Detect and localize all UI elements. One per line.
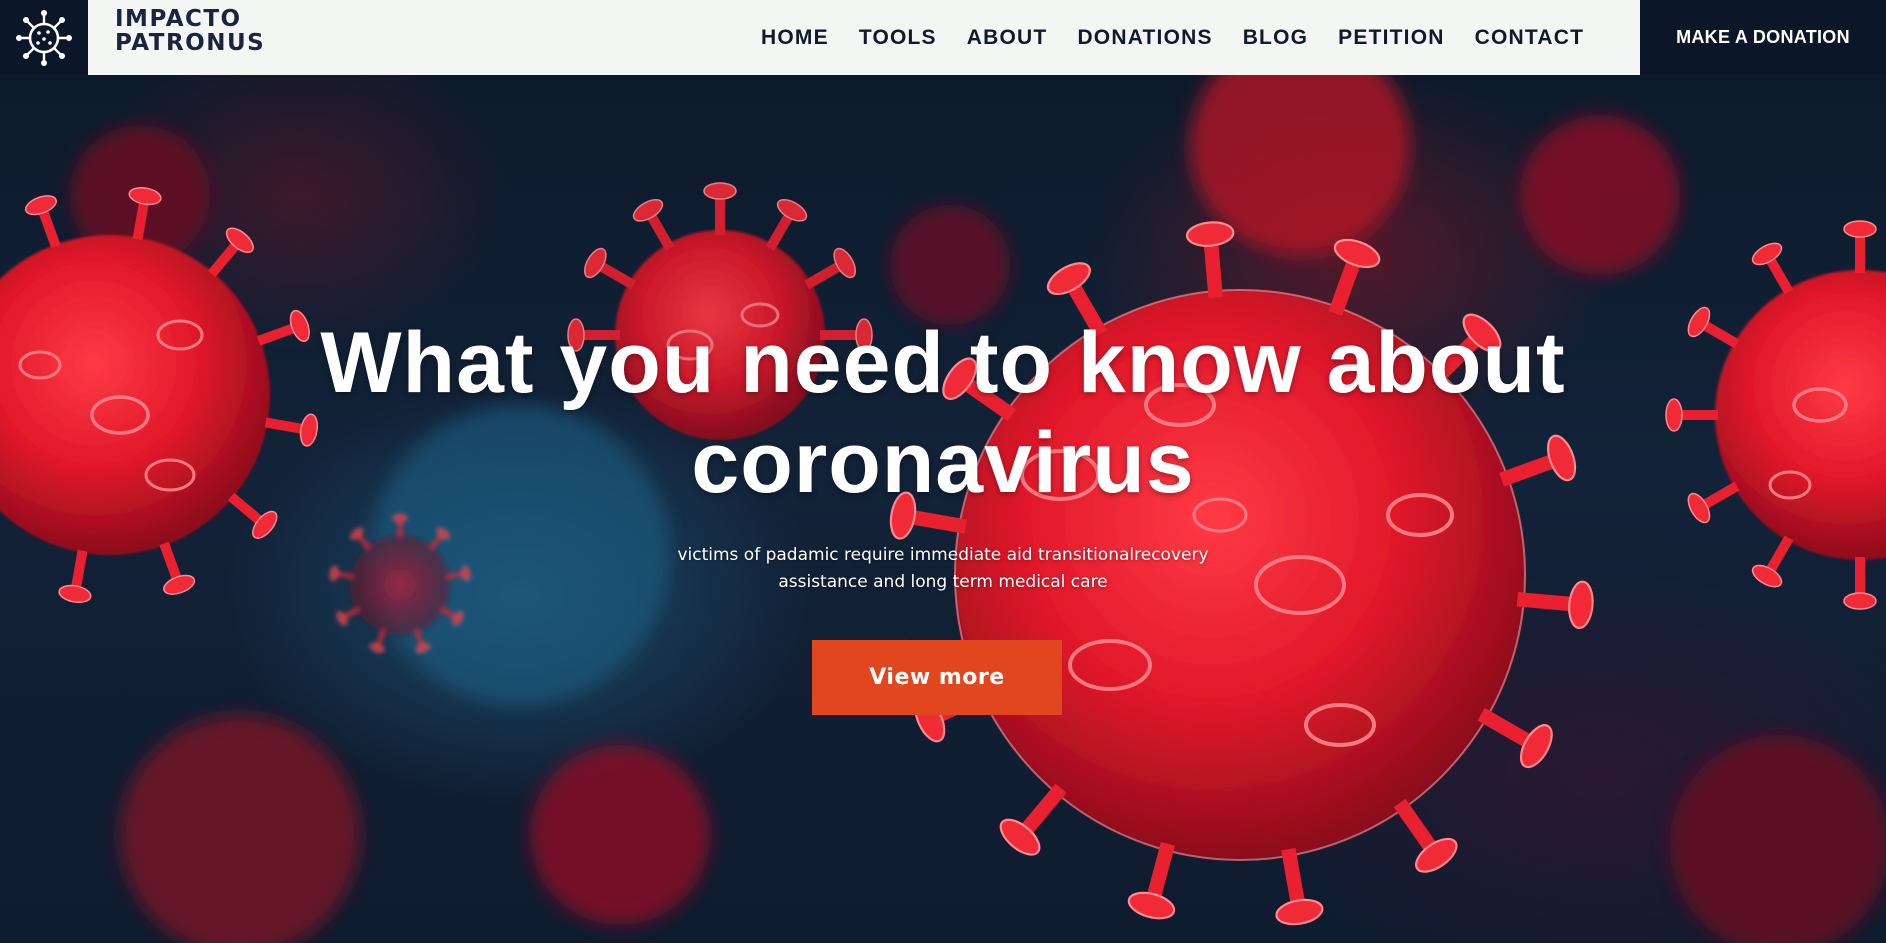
brand-name[interactable]: IMPACTO PATRONUS: [115, 7, 265, 55]
nav-home[interactable]: HOME: [761, 26, 829, 50]
main-nav: HOME TOOLS ABOUT DONATIONS BLOG PETITION…: [761, 0, 1614, 75]
view-more-button[interactable]: View more: [812, 640, 1062, 715]
brand-line-2: PATRONUS: [115, 30, 266, 56]
nav-about[interactable]: ABOUT: [967, 26, 1048, 50]
logo-box[interactable]: [0, 0, 88, 75]
nav-blog[interactable]: BLOG: [1243, 26, 1308, 50]
virus-icon: [16, 9, 72, 66]
hero-section: What you need to know about coronavirus …: [0, 75, 1886, 943]
hero-subtitle: victims of padamic require immediate aid…: [0, 542, 1886, 596]
hero-subtitle-line-1: victims of padamic require immediate aid…: [677, 545, 1209, 565]
hero-title-line-1: What you need to know about: [320, 315, 1566, 411]
hero-title: What you need to know about coronavirus: [0, 313, 1886, 513]
site-header: IMPACTO PATRONUS HOME TOOLS ABOUT DONATI…: [0, 0, 1886, 75]
nav-petition[interactable]: PETITION: [1338, 26, 1444, 50]
nav-tools[interactable]: TOOLS: [859, 26, 937, 50]
hero-title-line-2: coronavirus: [691, 415, 1195, 511]
make-donation-button[interactable]: MAKE A DONATION: [1640, 0, 1886, 75]
nav-bar: IMPACTO PATRONUS HOME TOOLS ABOUT DONATI…: [88, 0, 1640, 75]
nav-donations[interactable]: DONATIONS: [1077, 26, 1212, 50]
hero-content: What you need to know about coronavirus …: [0, 75, 1886, 943]
brand-line-1: IMPACTO: [115, 6, 242, 32]
hero-subtitle-line-2: assistance and long term medical care: [778, 572, 1108, 592]
nav-contact[interactable]: CONTACT: [1475, 26, 1585, 50]
